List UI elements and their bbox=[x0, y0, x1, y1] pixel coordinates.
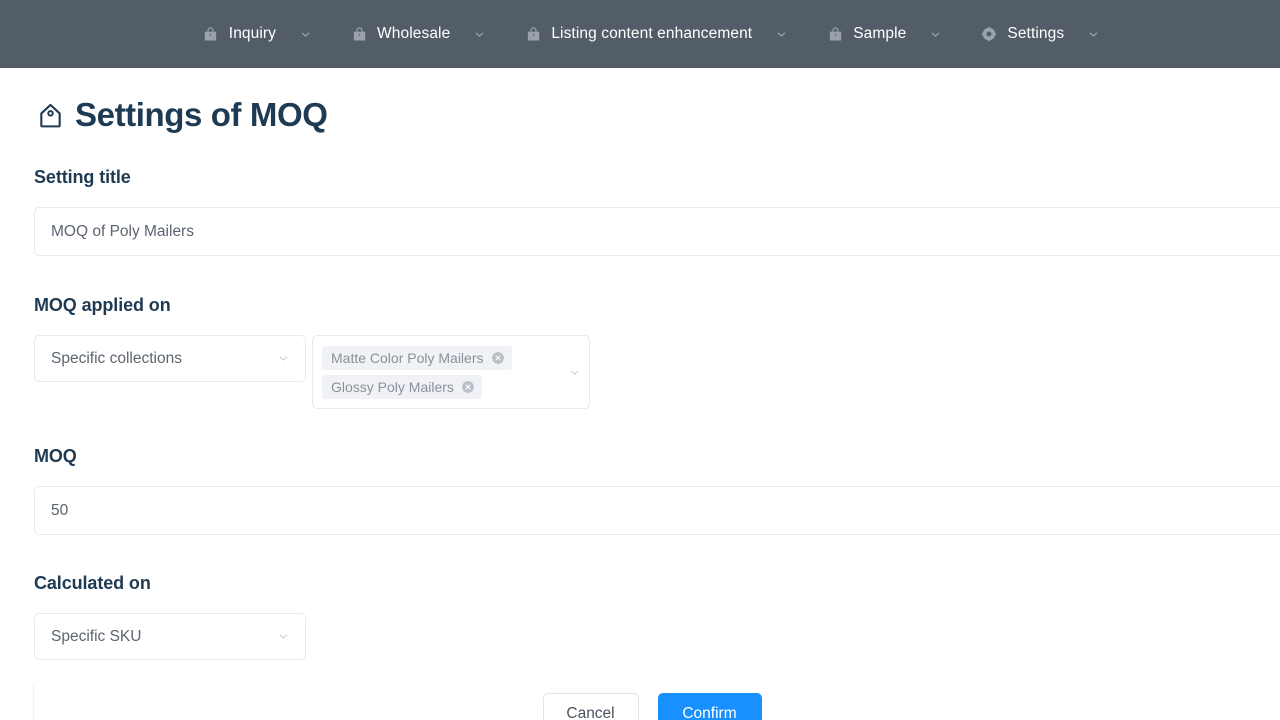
calculated-on-select[interactable]: Specific SKU bbox=[34, 613, 306, 660]
nav-item-settings[interactable]: Settings bbox=[980, 25, 1100, 43]
chevron-down-icon[interactable] bbox=[774, 27, 788, 41]
chevron-down-icon[interactable] bbox=[298, 27, 312, 41]
moq-scope-select-value: Specific collections bbox=[51, 350, 182, 368]
nav-item-inquiry[interactable]: Inquiry bbox=[202, 25, 312, 43]
moq-input[interactable] bbox=[34, 486, 1280, 535]
close-circle-icon[interactable] bbox=[491, 350, 506, 365]
moq-applied-on-row: Specific collections Matte Color Poly Ma… bbox=[34, 335, 1280, 409]
form-actions: Cancel Confirm bbox=[34, 693, 1280, 720]
setting-title-label: Setting title bbox=[34, 167, 1280, 188]
chevron-down-icon[interactable] bbox=[1086, 27, 1100, 41]
chevron-down-icon bbox=[276, 630, 290, 644]
nav-item-label: Inquiry bbox=[229, 25, 276, 43]
calculated-on-label: Calculated on bbox=[34, 573, 1280, 594]
page-title-text: Settings of MOQ bbox=[75, 98, 328, 131]
nav-item-listing-content-enhancement[interactable]: Listing content enhancement bbox=[524, 25, 788, 43]
setting-title-input[interactable] bbox=[34, 207, 1280, 256]
collection-chip-label: Matte Color Poly Mailers bbox=[331, 350, 484, 366]
nav-item-label: Wholesale bbox=[377, 25, 450, 43]
price-tag-icon bbox=[34, 99, 66, 131]
moq-applied-on-label: MOQ applied on bbox=[34, 295, 1280, 316]
top-navigation-bar: Inquiry Wholesale bbox=[0, 0, 1280, 68]
selected-collection-chips: Matte Color Poly Mailers Glossy Poly Mai… bbox=[322, 346, 561, 399]
chevron-down-icon[interactable] bbox=[928, 27, 942, 41]
chevron-down-icon bbox=[276, 352, 290, 366]
collections-multiselect[interactable]: Matte Color Poly Mailers Glossy Poly Mai… bbox=[312, 335, 590, 409]
nav-item-list: Inquiry Wholesale bbox=[202, 25, 1100, 43]
page-title: Settings of MOQ bbox=[34, 97, 1280, 131]
calculated-on-select-value: Specific SKU bbox=[51, 628, 141, 646]
moq-scope-select[interactable]: Specific collections bbox=[34, 335, 306, 382]
nav-item-sample[interactable]: Sample bbox=[826, 25, 942, 43]
cancel-button[interactable]: Cancel bbox=[543, 693, 639, 720]
shopping-bag-icon bbox=[202, 25, 220, 43]
moq-settings-form: Setting title MOQ applied on Specific co… bbox=[34, 167, 1280, 720]
nav-item-label: Sample bbox=[853, 25, 906, 43]
nav-item-wholesale[interactable]: Wholesale bbox=[350, 25, 486, 43]
collection-chip[interactable]: Matte Color Poly Mailers bbox=[322, 346, 512, 370]
shopping-bag-icon bbox=[524, 25, 542, 43]
chevron-down-icon[interactable] bbox=[472, 27, 486, 41]
moq-label: MOQ bbox=[34, 446, 1280, 467]
confirm-button[interactable]: Confirm bbox=[658, 693, 762, 720]
shopping-bag-icon bbox=[350, 25, 368, 43]
shopping-bag-icon bbox=[826, 25, 844, 43]
calculated-on-row: Specific SKU bbox=[34, 613, 1280, 660]
settings-gear-icon bbox=[980, 25, 998, 43]
close-circle-icon[interactable] bbox=[461, 379, 476, 394]
panel-left-divider bbox=[33, 683, 34, 720]
chevron-down-icon bbox=[567, 365, 581, 379]
collection-chip[interactable]: Glossy Poly Mailers bbox=[322, 375, 482, 399]
nav-item-label: Listing content enhancement bbox=[551, 25, 752, 43]
nav-item-label: Settings bbox=[1007, 25, 1064, 43]
collection-chip-label: Glossy Poly Mailers bbox=[331, 379, 454, 395]
settings-page: Settings of MOQ Setting title MOQ applie… bbox=[0, 97, 1280, 720]
